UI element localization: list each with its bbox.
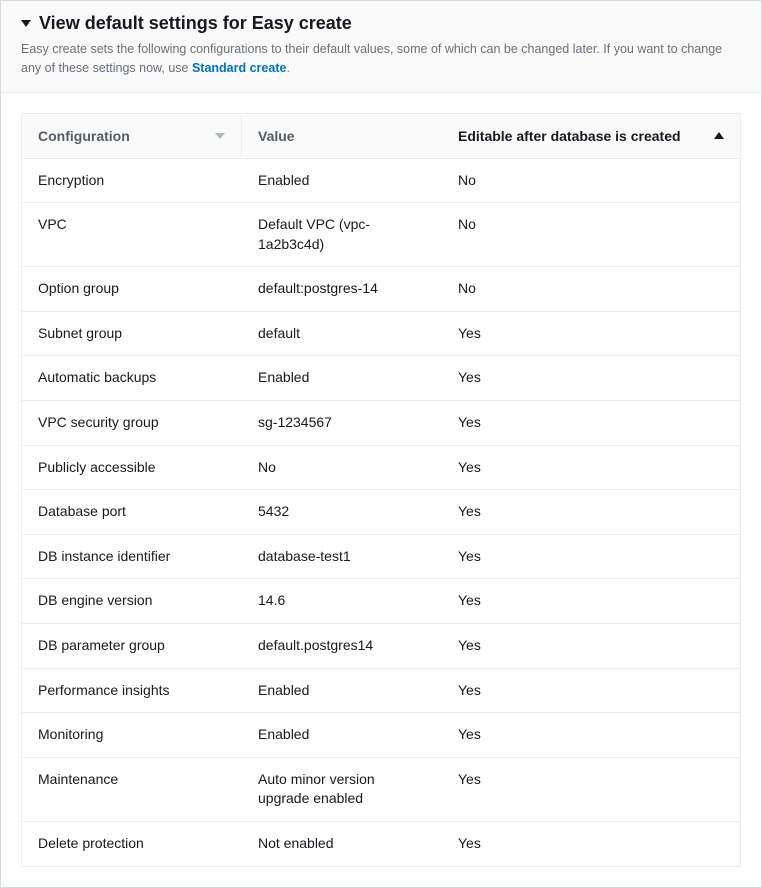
table-row: DB instance identifierdatabase-test1Yes bbox=[22, 535, 740, 580]
cell-configuration: Encryption bbox=[22, 159, 242, 203]
cell-value: default:postgres-14 bbox=[242, 267, 442, 311]
panel-description: Easy create sets the following configura… bbox=[21, 40, 741, 78]
column-label: Configuration bbox=[38, 128, 130, 144]
cell-editable: Yes bbox=[442, 312, 740, 356]
column-header-editable[interactable]: Editable after database is created bbox=[442, 114, 740, 158]
table-row: Performance insightsEnabledYes bbox=[22, 669, 740, 714]
cell-configuration: VPC security group bbox=[22, 401, 242, 445]
table-row: VPCDefault VPC (vpc-1a2b3c4d)No bbox=[22, 203, 740, 267]
cell-editable: No bbox=[442, 159, 740, 203]
table-row: VPC security groupsg-1234567Yes bbox=[22, 401, 740, 446]
table-row: Subnet groupdefaultYes bbox=[22, 312, 740, 357]
sort-icon bbox=[215, 133, 225, 139]
panel-title: View default settings for Easy create bbox=[39, 13, 352, 34]
cell-editable: Yes bbox=[442, 401, 740, 445]
cell-value: Enabled bbox=[242, 356, 442, 400]
sort-asc-icon bbox=[714, 132, 724, 139]
table-row: EncryptionEnabledNo bbox=[22, 159, 740, 204]
column-label: Editable after database is created bbox=[458, 128, 681, 144]
cell-configuration: Delete protection bbox=[22, 822, 242, 866]
table-row: Publicly accessibleNoYes bbox=[22, 446, 740, 491]
table-row: DB engine version14.6Yes bbox=[22, 579, 740, 624]
cell-editable: Yes bbox=[442, 758, 740, 821]
desc-text-post: . bbox=[286, 61, 289, 75]
settings-table: Configuration Value Editable after datab… bbox=[21, 113, 741, 867]
panel-content: Configuration Value Editable after datab… bbox=[1, 93, 761, 887]
cell-configuration: DB parameter group bbox=[22, 624, 242, 668]
table-row: MonitoringEnabledYes bbox=[22, 713, 740, 758]
cell-value: default.postgres14 bbox=[242, 624, 442, 668]
cell-configuration: VPC bbox=[22, 203, 242, 266]
cell-value: database-test1 bbox=[242, 535, 442, 579]
cell-editable: Yes bbox=[442, 822, 740, 866]
cell-configuration: Maintenance bbox=[22, 758, 242, 821]
sort-icon bbox=[714, 132, 724, 139]
cell-value: Auto minor version upgrade enabled bbox=[242, 758, 442, 821]
table-row: DB parameter groupdefault.postgres14Yes bbox=[22, 624, 740, 669]
table-row: Automatic backupsEnabledYes bbox=[22, 356, 740, 401]
cell-configuration: Option group bbox=[22, 267, 242, 311]
cell-value: No bbox=[242, 446, 442, 490]
table-row: Delete protectionNot enabledYes bbox=[22, 822, 740, 866]
settings-panel: View default settings for Easy create Ea… bbox=[0, 0, 762, 888]
cell-editable: Yes bbox=[442, 535, 740, 579]
cell-configuration: Automatic backups bbox=[22, 356, 242, 400]
cell-editable: Yes bbox=[442, 624, 740, 668]
cell-editable: No bbox=[442, 203, 740, 266]
cell-editable: Yes bbox=[442, 669, 740, 713]
cell-editable: Yes bbox=[442, 446, 740, 490]
cell-value: sg-1234567 bbox=[242, 401, 442, 445]
cell-value: Enabled bbox=[242, 159, 442, 203]
cell-configuration: Publicly accessible bbox=[22, 446, 242, 490]
table-row: Database port5432Yes bbox=[22, 490, 740, 535]
column-header-configuration[interactable]: Configuration bbox=[22, 114, 242, 158]
cell-editable: No bbox=[442, 267, 740, 311]
cell-value: default bbox=[242, 312, 442, 356]
cell-configuration: DB engine version bbox=[22, 579, 242, 623]
standard-create-link[interactable]: Standard create bbox=[192, 61, 286, 75]
cell-configuration: Monitoring bbox=[22, 713, 242, 757]
column-label: Value bbox=[258, 128, 295, 144]
cell-configuration: DB instance identifier bbox=[22, 535, 242, 579]
cell-editable: Yes bbox=[442, 356, 740, 400]
cell-value: Enabled bbox=[242, 669, 442, 713]
cell-value: Default VPC (vpc-1a2b3c4d) bbox=[242, 203, 442, 266]
cell-configuration: Performance insights bbox=[22, 669, 242, 713]
cell-value: 14.6 bbox=[242, 579, 442, 623]
table-row: MaintenanceAuto minor version upgrade en… bbox=[22, 758, 740, 822]
desc-text-pre: Easy create sets the following configura… bbox=[21, 42, 722, 75]
cell-configuration: Subnet group bbox=[22, 312, 242, 356]
table-header-row: Configuration Value Editable after datab… bbox=[22, 114, 740, 159]
cell-editable: Yes bbox=[442, 713, 740, 757]
panel-header: View default settings for Easy create Ea… bbox=[1, 1, 761, 93]
column-header-value[interactable]: Value bbox=[242, 114, 442, 158]
collapse-caret-icon[interactable] bbox=[21, 20, 31, 27]
table-body: EncryptionEnabledNoVPCDefault VPC (vpc-1… bbox=[22, 159, 740, 866]
cell-value: 5432 bbox=[242, 490, 442, 534]
header-title-row[interactable]: View default settings for Easy create bbox=[21, 13, 741, 34]
cell-configuration: Database port bbox=[22, 490, 242, 534]
sort-desc-icon bbox=[215, 133, 225, 139]
cell-editable: Yes bbox=[442, 579, 740, 623]
cell-editable: Yes bbox=[442, 490, 740, 534]
cell-value: Enabled bbox=[242, 713, 442, 757]
cell-value: Not enabled bbox=[242, 822, 442, 866]
table-row: Option groupdefault:postgres-14No bbox=[22, 267, 740, 312]
